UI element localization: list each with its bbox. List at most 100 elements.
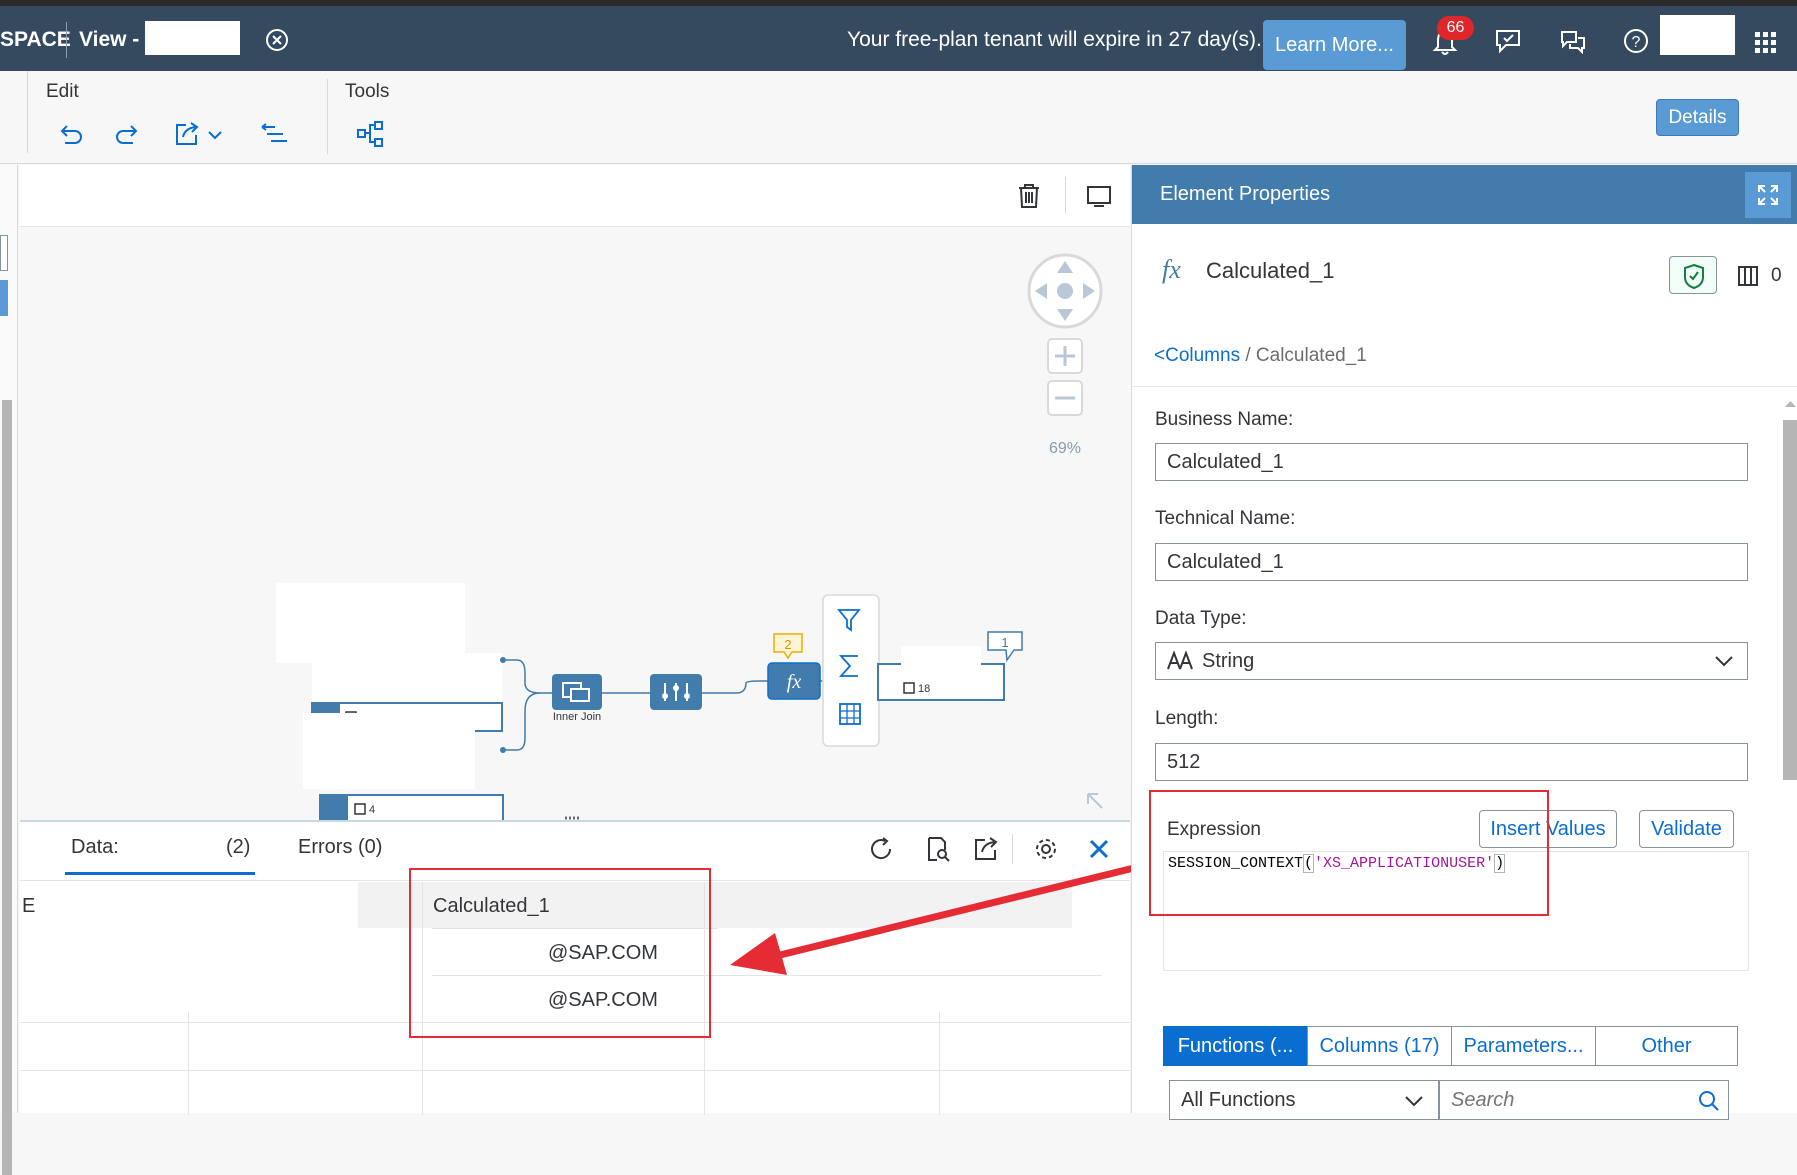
divider [1132,386,1797,387]
export-icon[interactable] [172,119,202,149]
length-input[interactable]: 512 [1155,743,1748,781]
zoom-in-icon[interactable] [1047,338,1083,374]
collapsed-input[interactable] [0,235,8,271]
toolbar: Edit Tools Details [0,71,1797,164]
undo-icon[interactable] [55,119,85,149]
divider [1065,177,1066,213]
svg-text:?: ? [1632,34,1641,51]
chevron-down-icon[interactable] [207,127,223,143]
source-node-1[interactable]: 17 [276,583,503,732]
validate-button[interactable]: Validate [1639,810,1734,848]
tab-functions[interactable]: Functions (... [1163,1026,1308,1066]
screen-icon[interactable] [1086,185,1112,207]
status-button[interactable] [1669,256,1717,294]
node-context-menu [822,594,880,747]
source-node-2[interactable]: 4 [303,713,504,820]
chevron-down-icon[interactable] [1404,1094,1424,1108]
technical-name-input[interactable]: Calculated_1 [1155,543,1748,581]
technical-name-label: Technical Name: [1155,508,1296,529]
breadcrumb: <Columns / Calculated_1 [1154,345,1367,367]
breadcrumb-separator: / [1240,345,1256,366]
tools-group-label: Tools [345,81,390,102]
fx-icon: fx [1162,255,1181,284]
tab-data-label: Data: [71,836,119,858]
learn-more-button[interactable]: Learn More... [1263,20,1406,70]
chevron-down-icon[interactable] [1714,654,1734,668]
business-name-label: Business Name: [1155,409,1294,430]
help-icon[interactable]: ? [1623,28,1649,54]
tab-data-count: (2) [226,836,251,858]
scrollbar[interactable] [1783,420,1797,780]
node-column-count: 18 [918,683,930,695]
inner-join-label: Inner Join [553,711,601,723]
delete-icon[interactable] [1017,183,1041,209]
function-search-input[interactable] [1439,1080,1729,1120]
length-label: Length: [1155,708,1219,729]
warning-badge[interactable]: 2 [773,633,803,660]
function-category-select[interactable]: All Functions [1169,1080,1439,1120]
expand-button[interactable] [1745,172,1791,218]
panel-header: Element Properties [1132,165,1797,224]
scroll-up-icon[interactable] [1783,397,1797,409]
canvas-toolbar [20,165,1130,227]
tab-columns[interactable]: Columns (17) [1307,1026,1452,1066]
tab-data[interactable]: Data: [71,836,119,859]
notification-count-badge: 66 [1437,16,1474,40]
close-view-icon[interactable] [265,28,289,52]
columns-icon [1738,266,1758,286]
divider [939,1012,940,1115]
redacted-node-label [303,713,475,789]
tab-errors[interactable]: Errors (0) [298,836,382,859]
node-column-count: 4 [369,804,375,816]
projection-node[interactable] [650,674,702,710]
view-label: View - [79,28,140,51]
breadcrumb-columns-link[interactable]: <Columns [1154,345,1240,366]
zoom-out-icon[interactable] [1047,380,1083,416]
data-type-label: Data Type: [1155,608,1247,629]
output-node[interactable]: 18 [877,646,1005,701]
pan-control[interactable] [1027,253,1103,329]
redacted-header [20,882,358,928]
divider [20,1070,1130,1071]
element-properties-panel: Element Properties fx Calculated_1 0 <Co… [1131,165,1797,1120]
tab-other[interactable]: Other [1595,1026,1738,1066]
active-tab-indicator [65,872,255,875]
inner-join-node[interactable] [552,674,602,710]
redacted-view-name [124,830,221,864]
diagram-canvas[interactable]: 69% 17 4 Inner Join fx [20,228,1130,820]
redo-icon[interactable] [113,119,143,149]
comment-badge[interactable]: 1 [987,631,1023,663]
expand-icon [1758,185,1778,205]
shield-icon [1684,263,1704,290]
highlight-box [1149,790,1549,916]
function-category-value: All Functions [1181,1089,1296,1111]
details-button[interactable]: Details [1656,99,1739,136]
data-type-select[interactable]: String [1155,642,1748,680]
lineage-icon[interactable] [355,119,385,149]
support-chat-icon[interactable] [1558,28,1586,54]
business-name-input[interactable]: Calculated_1 [1155,443,1748,481]
collapse-icon[interactable] [1087,793,1103,809]
calculated-column-node[interactable]: fx [767,662,821,700]
left-collapsed-panel [0,165,18,1175]
feedback-icon[interactable] [1494,28,1522,54]
data-type-value: String [1202,650,1255,672]
redacted-view-name [145,21,240,55]
scrollbar[interactable] [2,400,12,1175]
divider [66,22,67,58]
app-grid-icon[interactable] [1755,32,1777,54]
search-icon[interactable] [1698,1090,1720,1112]
collapsed-button[interactable] [0,280,8,316]
space-name: SPACE [0,28,71,51]
divider [27,71,28,153]
highlight-box [409,868,711,1038]
string-type-icon [1167,651,1193,670]
fx-icon: fx [787,671,802,693]
redacted-node-label [276,583,465,663]
comment-count: 1 [1001,635,1008,650]
annotation-arrow [730,863,1139,975]
auto-layout-icon[interactable] [259,119,289,149]
avatar[interactable] [1660,15,1735,55]
tab-parameters[interactable]: Parameters... [1451,1026,1596,1066]
zoom-level: 69% [1049,440,1081,457]
